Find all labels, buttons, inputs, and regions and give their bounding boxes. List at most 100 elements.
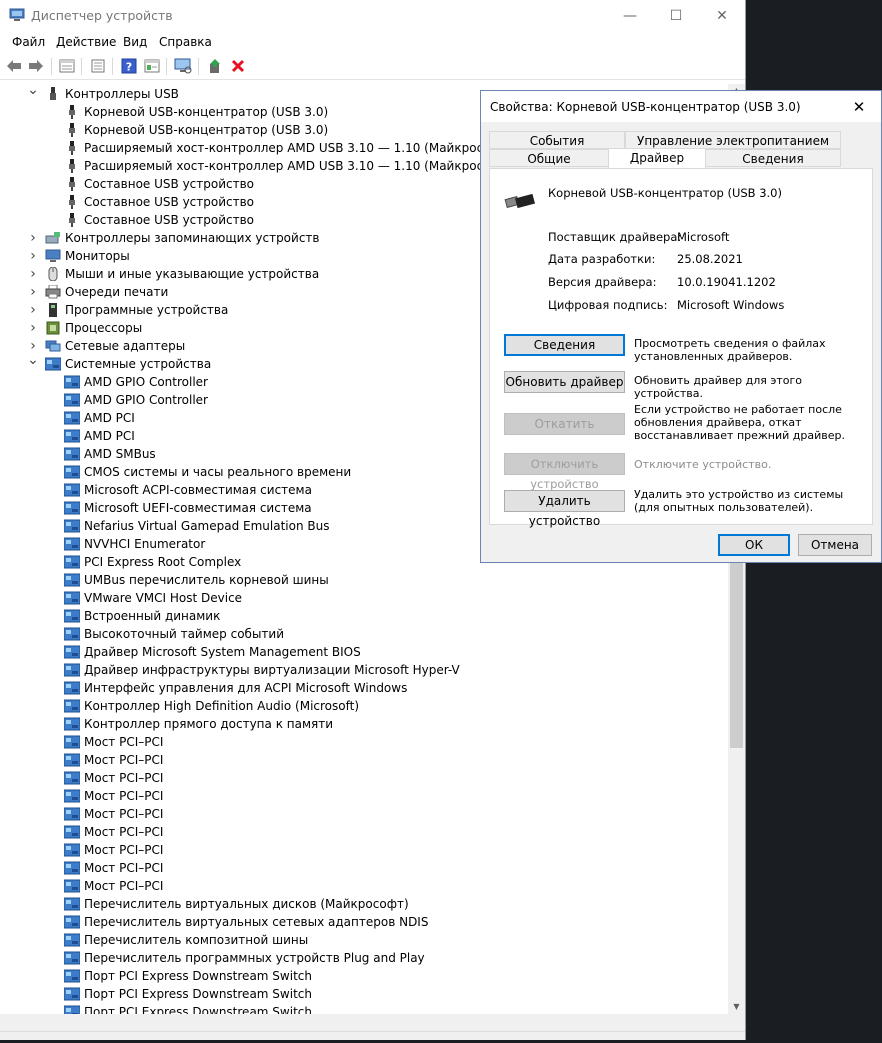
tab-driver[interactable]: Драйвер <box>608 148 706 168</box>
tree-item-label: Мост PCI–PCI <box>84 735 164 749</box>
system-device-icon <box>63 645 81 659</box>
system-device-icon <box>63 825 81 839</box>
scroll-down-icon[interactable]: ▼ <box>728 1000 745 1014</box>
maximize-button[interactable]: ☐ <box>653 0 699 31</box>
tree-device[interactable]: Порт PCI Express Downstream Switch <box>0 1003 728 1014</box>
driver-details-desc: Просмотреть сведения о файлах установлен… <box>634 337 826 363</box>
tree-device[interactable]: UMBus перечислитель корневой шины <box>0 571 728 589</box>
add-driver-icon[interactable] <box>206 58 224 74</box>
close-button[interactable]: ✕ <box>699 0 745 31</box>
tree-device[interactable]: Высокоточный таймер событий <box>0 625 728 643</box>
tab-power-management[interactable]: Управление электропитанием <box>625 131 841 149</box>
disable-device-button[interactable]: Отключить устройство <box>504 453 625 491</box>
menu-action[interactable]: Действие <box>56 35 116 49</box>
tree-item-label: Порт PCI Express Downstream Switch <box>84 1005 312 1014</box>
tree-device[interactable]: Мост PCI–PCI <box>0 859 728 877</box>
tree-device[interactable]: Перечислитель виртуальных сетевых адапте… <box>0 913 728 931</box>
tree-device[interactable]: VMware VMCI Host Device <box>0 589 728 607</box>
system-device-icon <box>63 1005 81 1014</box>
device-manager-app-icon <box>9 8 25 21</box>
tree-device[interactable]: Порт PCI Express Downstream Switch <box>0 967 728 985</box>
toolbar-separator <box>112 58 113 75</box>
tree-device[interactable]: Контроллер High Definition Audio (Micros… <box>0 697 728 715</box>
chevron-right-icon[interactable]: › <box>27 301 39 319</box>
tree-device[interactable]: Мост PCI–PCI <box>0 751 728 769</box>
menu-file[interactable]: Файл <box>12 35 45 49</box>
tree-device[interactable]: Мост PCI–PCI <box>0 733 728 751</box>
tab-events[interactable]: События <box>489 131 625 149</box>
menu-view[interactable]: Вид <box>123 35 147 49</box>
monitor-scan-icon[interactable] <box>174 58 192 74</box>
tree-device[interactable]: Драйвер Microsoft System Management BIOS <box>0 643 728 661</box>
tree-device[interactable]: Встроенный динамик <box>0 607 728 625</box>
help-icon[interactable]: ? <box>120 58 138 74</box>
tree-device[interactable]: Драйвер инфраструктуры виртуализации Mic… <box>0 661 728 679</box>
forward-arrow-icon[interactable] <box>27 58 45 74</box>
minimize-button[interactable]: — <box>607 0 653 31</box>
cancel-button[interactable]: Отмена <box>798 534 872 556</box>
window-title: Диспетчер устройств <box>31 8 173 23</box>
tree-device[interactable]: Контроллер прямого доступа к памяти <box>0 715 728 733</box>
chevron-right-icon[interactable]: › <box>27 229 39 247</box>
tree-item-label: AMD PCI <box>84 429 135 443</box>
chevron-right-icon[interactable]: › <box>27 265 39 283</box>
chevron-down-icon[interactable]: ⌄ <box>27 84 39 99</box>
tab-details[interactable]: Сведения <box>705 149 841 167</box>
tree-device[interactable]: Мост PCI–PCI <box>0 877 728 895</box>
tree-item-label: Драйвер Microsoft System Management BIOS <box>84 645 361 659</box>
prop-label-date: Дата разработки: <box>548 252 656 266</box>
system-device-icon <box>63 429 81 443</box>
prop-label-provider: Поставщик драйвера: <box>548 230 682 244</box>
tree-device[interactable]: Мост PCI–PCI <box>0 769 728 787</box>
driver-details-button[interactable]: Сведения <box>504 334 625 356</box>
tree-item-label: Сетевые адаптеры <box>65 339 186 353</box>
tree-device[interactable]: Мост PCI–PCI <box>0 823 728 841</box>
tree-item-label: Контроллер High Definition Audio (Micros… <box>84 699 360 713</box>
tree-item-label: Microsoft UEFI-совместимая система <box>84 501 312 515</box>
system-device-icon <box>63 879 81 893</box>
ok-button[interactable]: ОК <box>718 534 790 556</box>
remove-device-icon[interactable] <box>229 58 247 74</box>
chevron-right-icon[interactable]: › <box>27 319 39 337</box>
chevron-down-icon[interactable]: ⌄ <box>27 351 39 369</box>
chevron-right-icon[interactable]: › <box>27 247 39 265</box>
tab-general[interactable]: Общие <box>489 149 609 167</box>
tree-device[interactable]: Мост PCI–PCI <box>0 841 728 859</box>
tree-device[interactable]: Перечислитель виртуальных дисков (Майкро… <box>0 895 728 913</box>
horizontal-scrollbar[interactable] <box>0 1014 728 1031</box>
tree-device[interactable]: Интерфейс управления для ACPI Microsoft … <box>0 679 728 697</box>
tree-item-label: Расширяемый хост-контроллер AMD USB 3.10… <box>84 141 513 155</box>
software-device-icon <box>45 303 61 317</box>
tree-item-label: Мост PCI–PCI <box>84 789 164 803</box>
usb-plug-icon <box>64 195 80 209</box>
prop-label-version: Версия драйвера: <box>548 275 657 289</box>
tree-device[interactable]: Мост PCI–PCI <box>0 787 728 805</box>
dialog-close-button[interactable]: ✕ <box>837 91 881 122</box>
tree-item-label: CMOS системы и часы реального времени <box>84 465 352 479</box>
update-driver-button[interactable]: Обновить драйвер <box>504 371 625 393</box>
usb-plug-icon <box>64 213 80 227</box>
tree-item-label: Корневой USB-концентратор (USB 3.0) <box>84 123 329 137</box>
tree-item-label: Nefarius Virtual Gamepad Emulation Bus <box>84 519 330 533</box>
menu-help[interactable]: Справка <box>159 35 212 49</box>
device-info-icon[interactable] <box>143 58 161 74</box>
tree-item-label: UMBus перечислитель корневой шины <box>84 573 329 587</box>
back-arrow-icon[interactable] <box>5 58 23 74</box>
tree-device[interactable]: Мост PCI–PCI <box>0 805 728 823</box>
chevron-right-icon[interactable]: › <box>27 283 39 301</box>
monitor-icon <box>45 249 61 263</box>
tree-item-label: Мониторы <box>65 249 130 263</box>
tree-device[interactable]: Порт PCI Express Downstream Switch <box>0 985 728 1003</box>
tree-item-label: Перечислитель композитной шины <box>84 933 309 947</box>
tree-device[interactable]: Перечислитель композитной шины <box>0 931 728 949</box>
close-icon: ✕ <box>716 7 728 24</box>
tree-item-label: Перечислитель виртуальных сетевых адапте… <box>84 915 429 929</box>
driver-tab-panel: Корневой USB-концентратор (USB 3.0) Пост… <box>489 168 873 528</box>
tree-device[interactable]: Перечислитель программных устройств Plug… <box>0 949 728 967</box>
tree-item-label: Драйвер инфраструктуры виртуализации Mic… <box>84 663 460 677</box>
rollback-driver-button[interactable]: Откатить <box>504 413 625 435</box>
properties-view-icon[interactable] <box>58 58 76 74</box>
toolbar-separator <box>166 58 167 75</box>
list-view-icon[interactable] <box>89 58 107 74</box>
uninstall-device-button[interactable]: Удалить устройство <box>504 490 625 528</box>
